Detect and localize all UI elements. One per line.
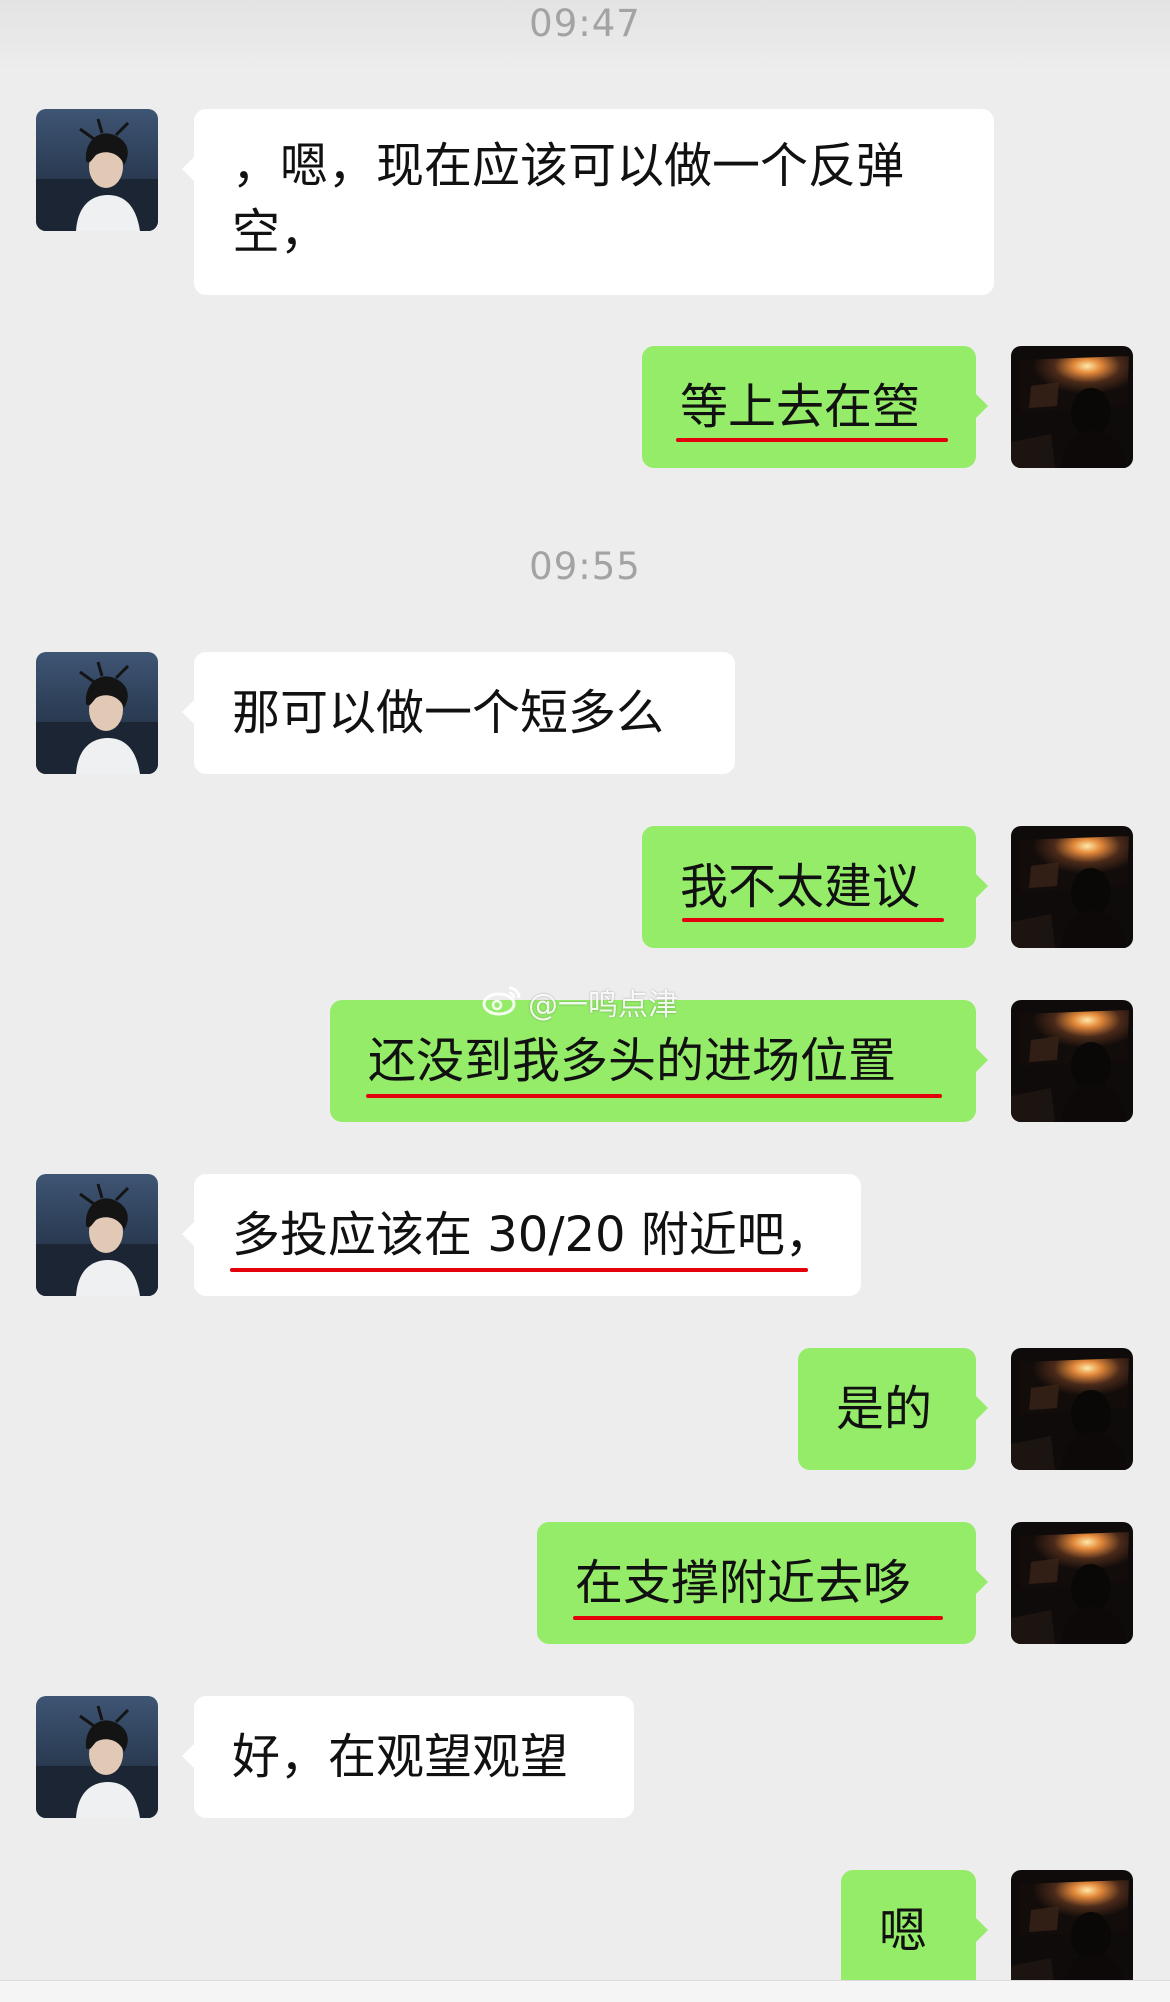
avatar-car-sunset-icon: [1011, 1522, 1133, 1644]
outgoing-message-bubble[interactable]: 我不太建议: [642, 826, 988, 948]
timestamp: 09:47: [529, 2, 641, 45]
message-text: ，嗯，现在应该可以做一个反弹空，: [232, 138, 905, 260]
red-underline: [676, 438, 948, 442]
contact-avatar[interactable]: [36, 1696, 158, 1818]
avatar-boy-seaside-icon: [36, 109, 158, 231]
contact-avatar[interactable]: [36, 652, 158, 774]
message-text: 在支撑附近去哆: [575, 1555, 912, 1611]
contact-avatar[interactable]: [36, 109, 158, 231]
avatar-boy-seaside-icon: [36, 1174, 158, 1296]
avatar-car-sunset-icon: [1011, 826, 1133, 948]
red-underline: [366, 1094, 942, 1098]
message-text: 还没到我多头的进场位置: [368, 1033, 897, 1089]
red-underline: [230, 1268, 808, 1272]
weibo-icon: [482, 986, 521, 1016]
outgoing-message-bubble[interactable]: 是的: [798, 1348, 988, 1470]
my-avatar[interactable]: [1011, 826, 1133, 948]
outgoing-message-bubble[interactable]: 嗯: [841, 1870, 988, 1980]
my-avatar[interactable]: [1011, 1522, 1133, 1644]
input-bar-edge: [0, 1980, 1170, 2002]
outgoing-message-bubble[interactable]: 在支撑附近去哆: [537, 1522, 988, 1644]
message-text: 好，在观望观望: [232, 1729, 569, 1785]
message-text: 多投应该在 30/20 附近吧，: [232, 1207, 833, 1263]
incoming-message-bubble[interactable]: 好，在观望观望: [182, 1696, 634, 1818]
my-avatar[interactable]: [1011, 346, 1133, 468]
avatar-car-sunset-icon: [1011, 1000, 1133, 1122]
my-avatar[interactable]: [1011, 1348, 1133, 1470]
avatar-boy-seaside-icon: [36, 1696, 158, 1818]
message-text: 我不太建议: [680, 859, 921, 915]
my-avatar[interactable]: [1011, 1870, 1133, 1980]
avatar-car-sunset-icon: [1011, 1348, 1133, 1470]
contact-avatar[interactable]: [36, 1174, 158, 1296]
watermark-text: @一鸣点津: [528, 988, 678, 1023]
avatar-boy-seaside-icon: [36, 652, 158, 774]
message-text: 是的: [836, 1381, 933, 1437]
message-text: 嗯: [879, 1903, 928, 1959]
timestamp: 09:55: [529, 545, 641, 588]
message-text: 等上去在箜: [680, 379, 921, 435]
outgoing-message-bubble[interactable]: 等上去在箜: [642, 346, 988, 468]
red-underline: [682, 918, 944, 922]
avatar-car-sunset-icon: [1011, 1870, 1133, 1980]
incoming-message-bubble[interactable]: ，嗯，现在应该可以做一个反弹空，: [182, 109, 994, 295]
incoming-message-bubble[interactable]: 那可以做一个短多么: [182, 652, 735, 774]
incoming-message-bubble[interactable]: 多投应该在 30/20 附近吧，: [182, 1174, 861, 1296]
my-avatar[interactable]: [1011, 1000, 1133, 1122]
avatar-car-sunset-icon: [1011, 346, 1133, 468]
red-underline: [573, 1616, 943, 1620]
message-text: 那可以做一个短多么: [232, 685, 665, 741]
